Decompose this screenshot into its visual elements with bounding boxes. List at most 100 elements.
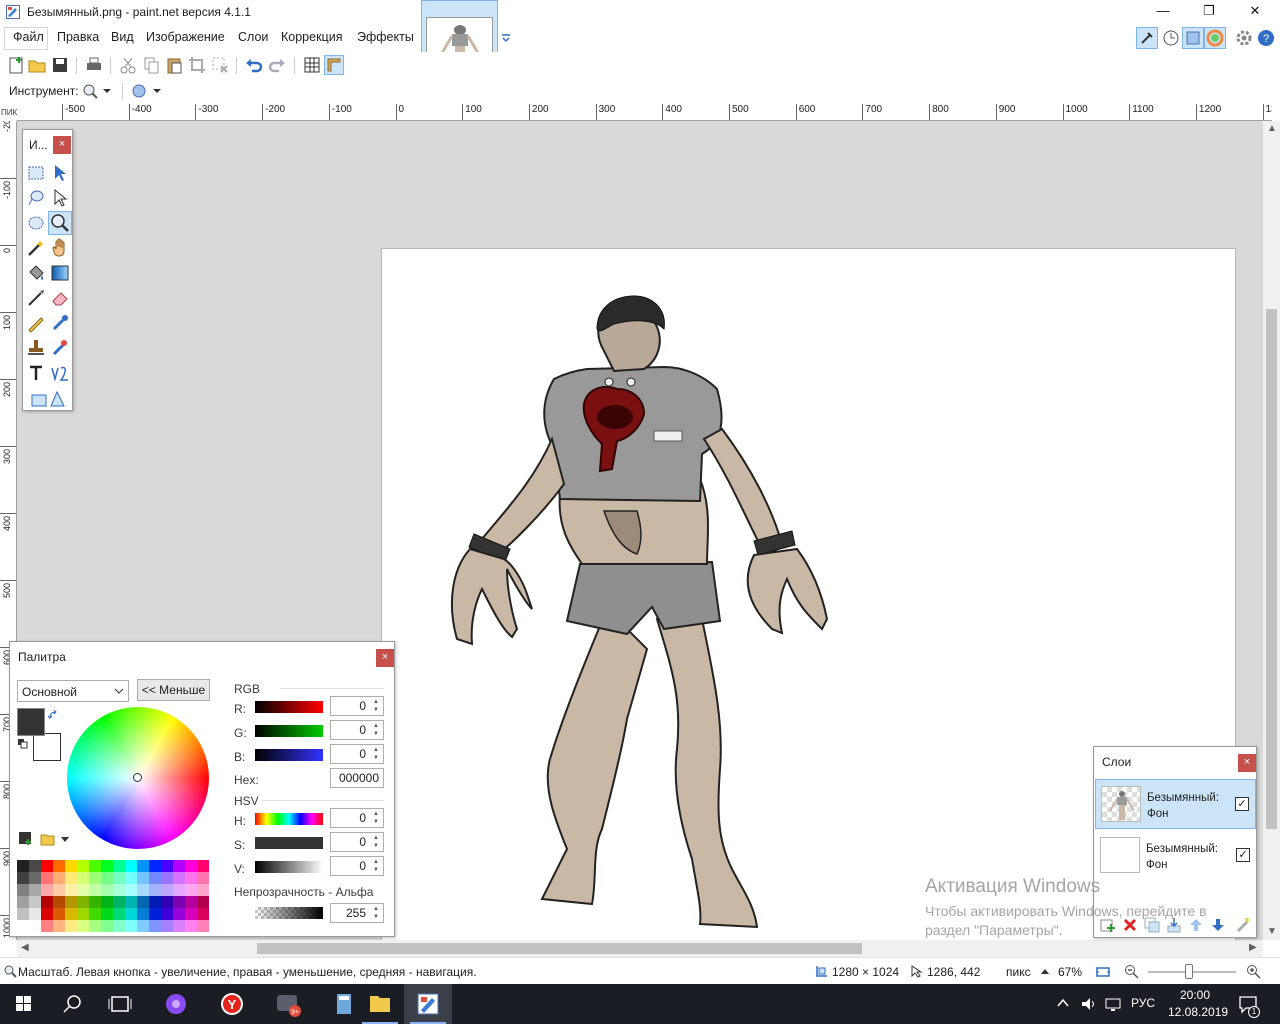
palette-swatch[interactable] bbox=[173, 860, 185, 872]
palette-swatch[interactable] bbox=[113, 908, 125, 920]
selection-mode-chevron-down-icon[interactable] bbox=[152, 87, 162, 95]
zoom-tool-button[interactable] bbox=[48, 211, 72, 235]
layer-visibility-checkbox[interactable]: ✓ bbox=[1235, 797, 1249, 811]
palette-swatch[interactable] bbox=[17, 920, 29, 932]
move-selected-pixels-tool-icon[interactable] bbox=[49, 162, 71, 184]
palette-swatch[interactable] bbox=[89, 872, 101, 884]
magic-wand-tool-icon[interactable] bbox=[25, 237, 47, 259]
selection-mode-icon[interactable] bbox=[131, 83, 147, 99]
palette-swatch-grid[interactable] bbox=[17, 860, 210, 932]
alpha-slider[interactable] bbox=[255, 907, 323, 919]
zoom-in-icon[interactable] bbox=[1246, 964, 1262, 980]
palette-swatch[interactable] bbox=[161, 884, 173, 896]
scroll-right-arrow-icon[interactable]: ▶ bbox=[1249, 942, 1257, 953]
palette-swatch[interactable] bbox=[41, 908, 53, 920]
palette-swatch[interactable] bbox=[149, 860, 161, 872]
palette-swatch[interactable] bbox=[173, 920, 185, 932]
paint-bucket-tool-icon[interactable] bbox=[25, 262, 47, 284]
h-spinner-icon[interactable]: ▲ ▼ bbox=[370, 810, 382, 826]
palette-swatch[interactable] bbox=[65, 884, 77, 896]
palette-swatch[interactable] bbox=[89, 896, 101, 908]
line-curve-tool-icon[interactable] bbox=[49, 362, 71, 384]
palette-swatch[interactable] bbox=[125, 896, 137, 908]
b-slider[interactable] bbox=[255, 749, 323, 761]
move-layer-down-icon[interactable] bbox=[1210, 917, 1226, 933]
tool-dropdown-chevron-down-icon[interactable] bbox=[102, 87, 112, 95]
palette-swatch[interactable] bbox=[77, 920, 89, 932]
colors-window-toggle-icon[interactable] bbox=[1204, 27, 1226, 49]
palette-swatch[interactable] bbox=[197, 920, 209, 932]
r-spinner-icon[interactable]: ▲ ▼ bbox=[370, 698, 382, 714]
palette-swatch[interactable] bbox=[161, 920, 173, 932]
palette-menu-chevron-down-icon[interactable] bbox=[61, 837, 69, 843]
color-wheel-cursor[interactable] bbox=[133, 773, 142, 782]
v-slider[interactable] bbox=[255, 861, 323, 873]
palette-swatch[interactable] bbox=[149, 872, 161, 884]
palette-swatch[interactable] bbox=[197, 896, 209, 908]
palette-swatch[interactable] bbox=[53, 908, 65, 920]
palette-swatch[interactable] bbox=[17, 908, 29, 920]
horizontal-scrollbar[interactable]: ◀ ▶ bbox=[17, 940, 1263, 957]
show-hidden-icons-chevron-up-icon[interactable] bbox=[1056, 996, 1070, 1010]
rectangle-select-tool-icon[interactable] bbox=[25, 162, 47, 184]
primary-color-swatch[interactable] bbox=[17, 708, 45, 736]
palette-swatch[interactable] bbox=[29, 920, 41, 932]
s-input[interactable]: 0 ▲ ▼ bbox=[330, 832, 384, 852]
palette-swatch[interactable] bbox=[185, 884, 197, 896]
menu-effects[interactable]: Эффекты bbox=[357, 30, 414, 44]
task-view-icon[interactable] bbox=[96, 984, 144, 1024]
v-spinner-icon[interactable]: ▲ ▼ bbox=[370, 858, 382, 874]
palette-swatch[interactable] bbox=[185, 872, 197, 884]
palette-swatch[interactable] bbox=[101, 920, 113, 932]
g-slider[interactable] bbox=[255, 725, 323, 737]
palette-swatch[interactable] bbox=[149, 920, 161, 932]
palette-swatch[interactable] bbox=[161, 896, 173, 908]
paste-icon[interactable] bbox=[164, 55, 184, 75]
search-icon[interactable] bbox=[48, 984, 96, 1024]
palette-swatch[interactable] bbox=[161, 860, 173, 872]
zoom-level[interactable]: 67% bbox=[1058, 965, 1082, 979]
cut-icon[interactable] bbox=[118, 55, 138, 75]
palette-panel-close-button[interactable]: × bbox=[376, 649, 394, 667]
palette-swatch[interactable] bbox=[113, 920, 125, 932]
palette-swatch[interactable] bbox=[185, 920, 197, 932]
alpha-spinner-icon[interactable]: ▲ ▼ bbox=[370, 905, 382, 921]
palette-swatch[interactable] bbox=[185, 860, 197, 872]
menu-layers[interactable]: Слои bbox=[238, 30, 268, 44]
palette-swatch[interactable] bbox=[29, 872, 41, 884]
h-slider[interactable] bbox=[255, 813, 323, 825]
units-selector[interactable]: пикс bbox=[1006, 965, 1031, 979]
media-app-icon[interactable]: 9+ bbox=[264, 984, 312, 1024]
scroll-left-arrow-icon[interactable]: ◀ bbox=[21, 942, 29, 953]
pencil-tool-icon[interactable] bbox=[25, 312, 47, 334]
copy-icon[interactable] bbox=[141, 55, 161, 75]
input-language[interactable]: РУС bbox=[1131, 996, 1155, 1010]
palette-swatch[interactable] bbox=[17, 860, 29, 872]
yandex-browser-icon[interactable]: Y bbox=[208, 984, 256, 1024]
reset-colors-icon[interactable] bbox=[18, 739, 28, 749]
palette-swatch[interactable] bbox=[53, 884, 65, 896]
palette-swatch[interactable] bbox=[65, 860, 77, 872]
palette-swatch[interactable] bbox=[173, 896, 185, 908]
palette-swatch[interactable] bbox=[137, 860, 149, 872]
palette-swatch[interactable] bbox=[77, 908, 89, 920]
palette-swatch[interactable] bbox=[173, 884, 185, 896]
palette-swatch[interactable] bbox=[173, 872, 185, 884]
layer-row[interactable]: Безымянный: Фон ✓ bbox=[1095, 779, 1256, 829]
palette-swatch[interactable] bbox=[149, 908, 161, 920]
clock-date[interactable]: 12.08.2019 bbox=[1168, 1005, 1228, 1019]
palette-swatch[interactable] bbox=[101, 872, 113, 884]
palette-swatch[interactable] bbox=[53, 872, 65, 884]
h-input[interactable]: 0 ▲ ▼ bbox=[330, 808, 384, 828]
recolor-tool-icon[interactable] bbox=[49, 337, 71, 359]
b-spinner-icon[interactable]: ▲ ▼ bbox=[370, 746, 382, 762]
palette-swatch[interactable] bbox=[137, 872, 149, 884]
palette-swatch[interactable] bbox=[65, 908, 77, 920]
eraser-tool-icon[interactable] bbox=[49, 287, 71, 309]
text-tool-icon[interactable] bbox=[25, 362, 47, 384]
palette-swatch[interactable] bbox=[197, 884, 209, 896]
palette-swatch[interactable] bbox=[161, 872, 173, 884]
palette-swatch[interactable] bbox=[101, 908, 113, 920]
crop-to-selection-icon[interactable] bbox=[187, 55, 207, 75]
add-to-palette-icon[interactable] bbox=[19, 832, 33, 846]
